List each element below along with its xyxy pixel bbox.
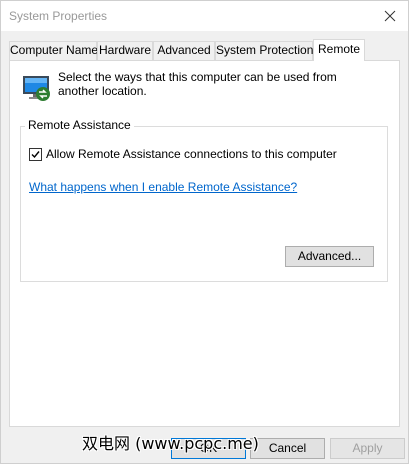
remote-description: Select the ways that this computer can b…: [58, 70, 337, 98]
watermark-text: 双电网 (www.pcpc.me): [82, 434, 259, 453]
tab-system-protection[interactable]: System Protection: [215, 41, 313, 60]
dialog-client-area: Computer Name Hardware Advanced System P…: [1, 31, 408, 463]
tab-computer-name[interactable]: Computer Name: [9, 41, 98, 60]
apply-button[interactable]: Apply: [330, 438, 405, 459]
allow-remote-assistance-checkbox[interactable]: [29, 147, 42, 161]
tab-remote[interactable]: Remote: [313, 39, 365, 61]
remote-tab-panel: Select the ways that this computer can b…: [9, 60, 400, 427]
remote-assistance-group: Remote Assistance Allow Remote Assistanc…: [20, 118, 388, 282]
checkmark-icon: [31, 150, 40, 158]
allow-remote-assistance-option[interactable]: Allow Remote Assistance connections to t…: [29, 147, 337, 161]
close-button[interactable]: [376, 3, 404, 29]
tab-advanced[interactable]: Advanced: [153, 41, 215, 60]
system-properties-window: System Properties Computer Name Hardware…: [0, 0, 409, 464]
close-icon: [384, 10, 396, 22]
remote-assistance-help-link[interactable]: What happens when I enable Remote Assist…: [29, 180, 297, 194]
advanced-button[interactable]: Advanced...: [285, 246, 374, 267]
window-title: System Properties: [9, 9, 108, 23]
tab-hardware[interactable]: Hardware: [97, 41, 153, 60]
title-bar: System Properties: [1, 1, 408, 31]
cancel-button[interactable]: Cancel: [250, 438, 325, 459]
remote-computer-icon: [23, 76, 50, 101]
allow-remote-assistance-label: Allow Remote Assistance connections to t…: [46, 147, 337, 161]
group-title: Remote Assistance: [25, 118, 134, 132]
